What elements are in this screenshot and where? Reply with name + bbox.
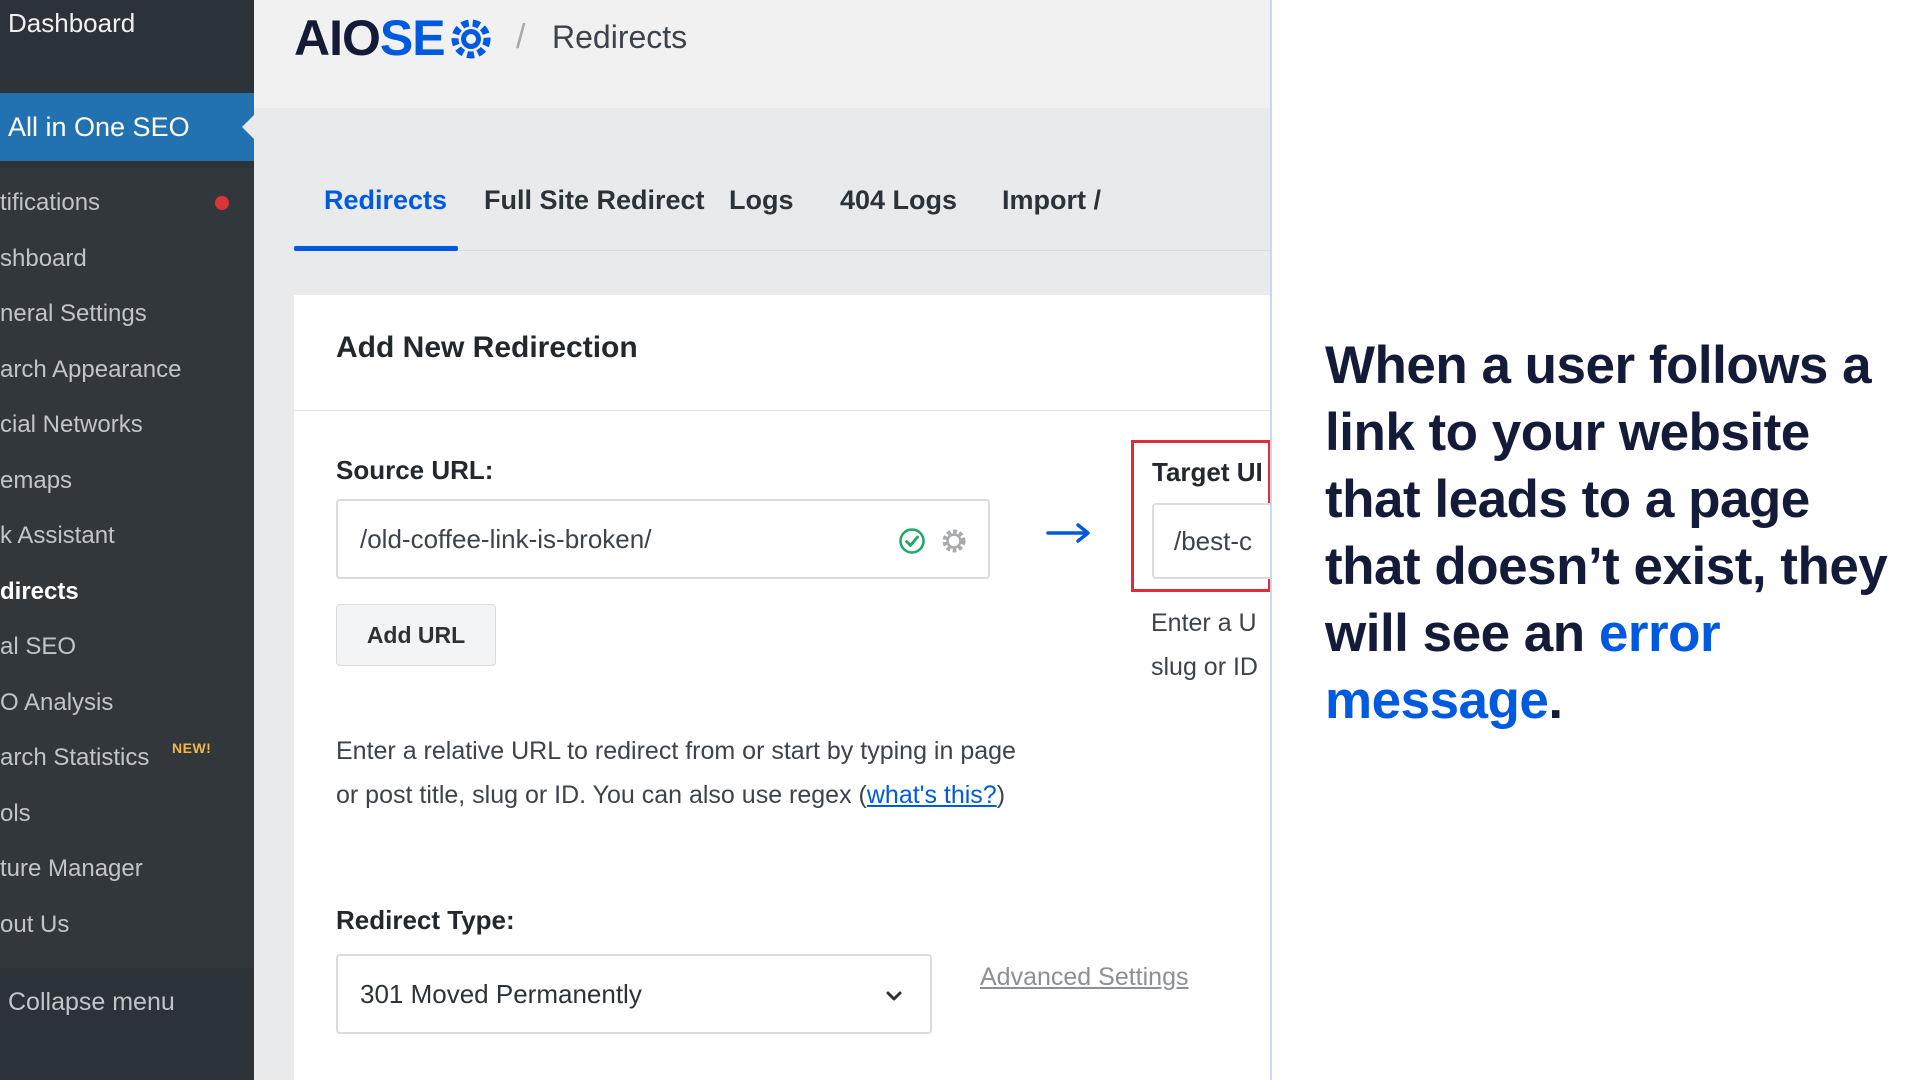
page-title: Redirects — [552, 19, 688, 55]
sidebar-item-redirects[interactable]: directs — [0, 572, 79, 612]
sidebar-item-label: All in One SEO — [8, 112, 190, 142]
tab-redirects[interactable]: Redirects — [324, 180, 447, 220]
redirect-type-label: Redirect Type: — [336, 905, 515, 935]
tab-bar: Redirects Full Site Redirect Logs 404 Lo… — [294, 170, 1270, 250]
gear-icon[interactable] — [940, 527, 968, 555]
new-badge: NEW! — [172, 740, 212, 756]
target-url-input[interactable]: /best-c — [1152, 503, 1270, 579]
chevron-down-icon — [886, 991, 902, 1001]
sidebar-item-feature-manager[interactable]: ture Manager — [0, 849, 143, 889]
tab-404-logs[interactable]: 404 Logs — [840, 180, 957, 220]
sidebar-item-all-in-one-seo[interactable]: All in One SEO — [0, 93, 254, 161]
arrow-right-icon — [1046, 523, 1090, 543]
advanced-settings-link[interactable]: Advanced Settings — [980, 963, 1188, 992]
sidebar-item-link-assistant[interactable]: k Assistant — [0, 516, 115, 556]
target-url-label: Target UI — [1152, 457, 1263, 487]
logo-gear-icon — [451, 19, 491, 59]
sidebar-item-about-us[interactable]: out Us — [0, 905, 69, 945]
aioseo-logo: AIOSE — [294, 10, 446, 66]
add-redirection-card: Add New Redirection Source URL: /old-cof… — [294, 295, 1270, 1080]
admin-sidebar: Dashboard All in One SEO tifications shb… — [0, 0, 254, 1080]
target-url-highlight: Target UI /best-c — [1131, 440, 1270, 592]
breadcrumb-separator: / — [516, 18, 526, 56]
source-url-value: /old-coffee-link-is-broken/ — [360, 524, 652, 554]
card-header: Add New Redirection — [294, 295, 1270, 411]
add-url-button[interactable]: Add URL — [336, 604, 496, 666]
target-url-help: Enter a U slug or ID — [1151, 609, 1258, 681]
active-tab-indicator — [294, 246, 458, 251]
sidebar-item-label: tifications — [0, 189, 101, 216]
panel-divider — [1270, 0, 1272, 1080]
active-pointer — [242, 115, 254, 139]
sidebar-item-social-networks[interactable]: cial Networks — [0, 405, 143, 445]
sidebar-item-sitemaps[interactable]: emaps — [0, 461, 72, 501]
page-header: AIOSE / Redirects — [254, 0, 1270, 108]
target-url-value: /best-c — [1174, 526, 1253, 556]
whats-this-link[interactable]: what's this? — [867, 781, 997, 809]
source-url-input[interactable]: /old-coffee-link-is-broken/ — [336, 499, 990, 579]
notification-dot — [215, 196, 229, 210]
tab-import-export[interactable]: Import / — [1002, 180, 1101, 220]
tab-logs[interactable]: Logs — [729, 180, 794, 220]
check-circle-icon — [899, 528, 925, 554]
sidebar-item-tools[interactable]: ols — [0, 794, 31, 834]
sidebar-item-dashboard-sub[interactable]: shboard — [0, 239, 87, 279]
card-title: Add New Redirection — [336, 331, 638, 364]
source-url-label: Source URL: — [336, 455, 494, 485]
source-url-help: Enter a relative URL to redirect from or… — [336, 737, 1016, 809]
sidebar-item-search-appearance[interactable]: arch Appearance — [0, 350, 181, 390]
sidebar-item-seo-analysis[interactable]: O Analysis — [0, 683, 113, 723]
sidebar-item-local-seo[interactable]: al SEO — [0, 627, 76, 667]
caption-text: When a user follows a link to your websi… — [1325, 336, 1888, 730]
sidebar-item-label: arch Statistics — [0, 744, 150, 771]
sidebar-item-dashboard[interactable]: Dashboard — [8, 6, 135, 40]
collapse-menu-button[interactable]: Collapse menu — [8, 982, 175, 1022]
sidebar-submenu: tifications shboard neral Settings arch … — [0, 168, 254, 968]
sidebar-item-search-statistics[interactable]: arch Statistics NEW! — [0, 738, 211, 778]
sidebar-item-general-settings[interactable]: neral Settings — [0, 294, 147, 334]
tab-full-site-redirect[interactable]: Full Site Redirect — [484, 180, 705, 220]
redirect-type-select[interactable]: 301 Moved Permanently — [336, 954, 932, 1034]
redirect-type-value: 301 Moved Permanently — [360, 979, 642, 1009]
sidebar-item-notifications[interactable]: tifications — [0, 183, 229, 223]
main-content: AIOSE / Redirects Redirects Full Site Re… — [254, 0, 1270, 1080]
